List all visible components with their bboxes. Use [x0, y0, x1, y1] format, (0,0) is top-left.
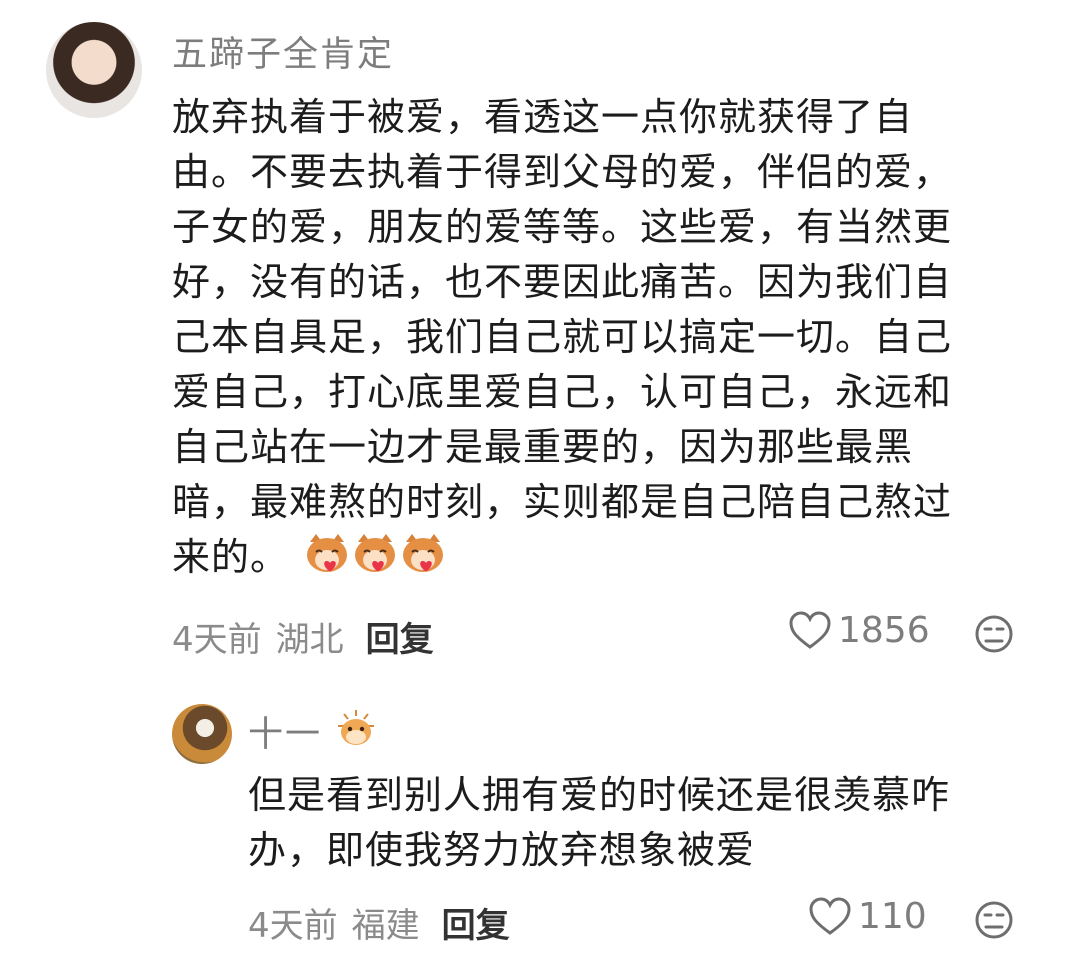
- reply-button[interactable]: 回复: [366, 620, 434, 660]
- pufferfish-badge-icon: [338, 710, 374, 745]
- comment-line-last: 来的。: [172, 530, 1032, 585]
- comment-time: 4天前: [172, 620, 262, 660]
- reply-line: 但是看到别人拥有爱的时候还是很羡慕咋: [248, 773, 951, 817]
- heart-outline-icon: [809, 896, 851, 935]
- avatar[interactable]: [172, 704, 232, 764]
- avatar[interactable]: [46, 22, 142, 118]
- comment-line: 己本自具足，我们自己就可以搞定一切。自己: [172, 315, 953, 359]
- comment-line: 好，没有的话，也不要因此痛苦。因为我们自: [172, 260, 953, 304]
- cat-heart-emoji-icon: [307, 534, 348, 572]
- heart-outline-icon: [789, 610, 831, 649]
- comment-line: 来的。: [172, 535, 290, 579]
- comment-line: 放弃执着于被爱，看透这一点你就获得了自: [172, 95, 914, 139]
- like-count: 110: [858, 896, 927, 937]
- cat-heart-emoji-icon: [355, 534, 396, 572]
- sad-face-icon[interactable]: [974, 614, 1014, 654]
- comment-text[interactable]: 放弃执着于被爱，看透这一点你就获得了自 由。不要去执着于得到父母的爱，伴侣的爱，…: [172, 90, 1032, 585]
- reply-username[interactable]: 十一: [248, 706, 322, 757]
- comment-line: 爱自己，打心底里爱自己，认可自己，永远和: [172, 370, 953, 414]
- reply-time: 4天前: [248, 906, 338, 946]
- comment-line: 暗，最难熬的时刻，实则都是自己陪自己熬过: [172, 480, 953, 524]
- comment-line: 子女的爱，朋友的爱等等。这些爱，有当然更: [172, 205, 953, 249]
- reply-text[interactable]: 但是看到别人拥有爱的时候还是很羡慕咋 办，即使我努力放弃想象被爱: [248, 768, 1038, 878]
- reply-location: 福建: [351, 906, 420, 946]
- cat-heart-emoji-icon: [403, 534, 444, 572]
- reply-line: 办，即使我努力放弃想象被爱: [248, 828, 756, 872]
- comment-line: 由。不要去执着于得到父母的爱，伴侣的爱，: [172, 150, 953, 194]
- sad-face-icon[interactable]: [974, 900, 1014, 940]
- reply-meta: 4天前 福建 回复: [248, 898, 510, 947]
- comment-location: 湖北: [275, 620, 344, 660]
- like-count: 1856: [838, 610, 930, 651]
- comment-meta: 4天前 湖北 回复: [172, 612, 434, 661]
- like-button[interactable]: 1856: [788, 610, 930, 651]
- comment-line: 自己站在一边才是最重要的，因为那些最黑: [172, 425, 914, 469]
- comment-username[interactable]: 五蹄子全肯定: [172, 26, 394, 77]
- reply-button[interactable]: 回复: [442, 906, 510, 946]
- like-button[interactable]: 110: [808, 896, 927, 937]
